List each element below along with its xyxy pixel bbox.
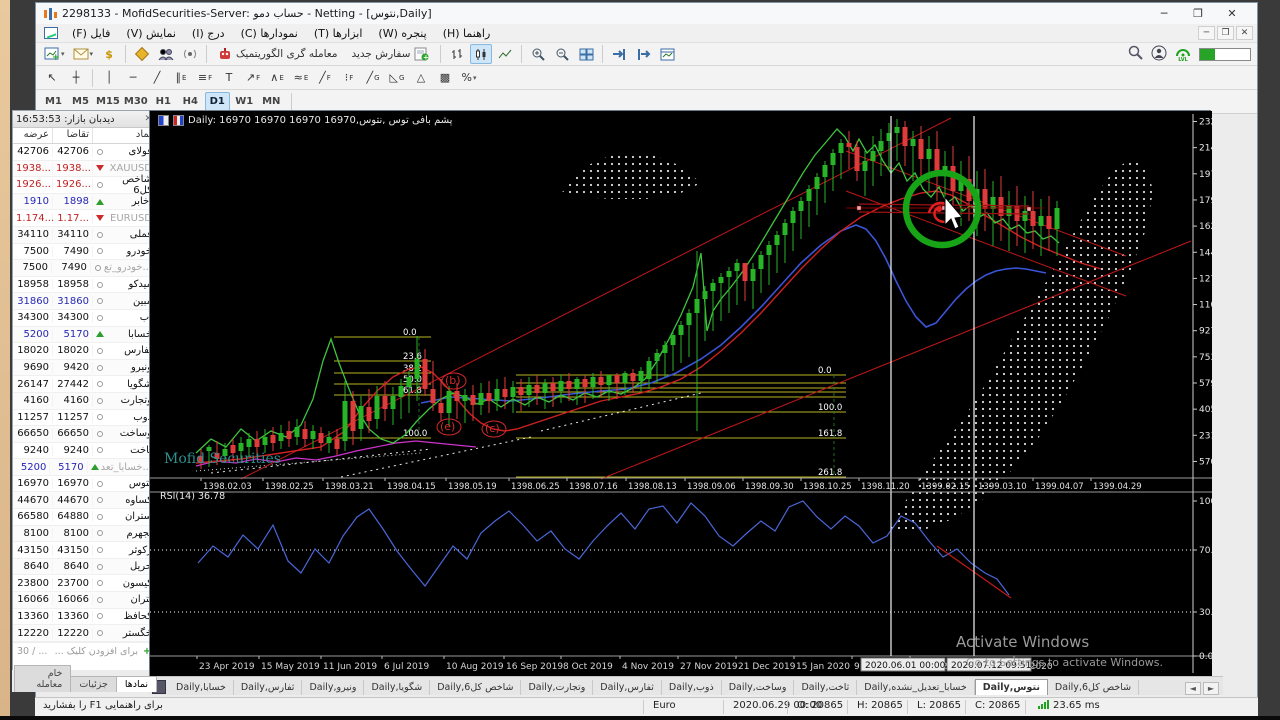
chart-mini-icon — [173, 115, 184, 126]
status-low: L: 20865 — [917, 700, 961, 711]
broker-watermark: Mofid Securities — [164, 451, 281, 467]
screen: 2298133 - MofidSecurities-Server: حساب د… — [0, 0, 1280, 720]
status-open: O: 20865 — [797, 700, 844, 711]
rsi-indicator-label: RSI(14) 36.78 — [160, 491, 226, 502]
market-watch-tab-2[interactable]: نمادها — [115, 676, 157, 692]
status-symbol: Euro — [653, 700, 676, 711]
screen-edge — [1258, 0, 1280, 720]
signal-strength-icon — [1038, 700, 1049, 709]
status-high: H: 20865 — [857, 700, 903, 711]
status-help-text: برای راهنمایی F1 را بفشارید — [43, 700, 163, 711]
chart-symbol-info: پشم بافی توس ,نتوس,Daily: 16970 16970 16… — [158, 115, 452, 126]
status-close: C: 20865 — [975, 700, 1021, 711]
status-bar: برای راهنمایی F1 را بفشارید Euro 2020.06… — [35, 697, 1258, 716]
activate-windows-text: Activate Windows — [956, 633, 1090, 651]
activate-windows-subtext: Go to Settings to activate Windows. — [966, 656, 1164, 669]
video-edge — [0, 716, 1280, 720]
desktop-edge — [0, 0, 10, 720]
status-ping: 23.65 ms — [1053, 700, 1100, 711]
chart-tab-icon — [158, 115, 169, 126]
